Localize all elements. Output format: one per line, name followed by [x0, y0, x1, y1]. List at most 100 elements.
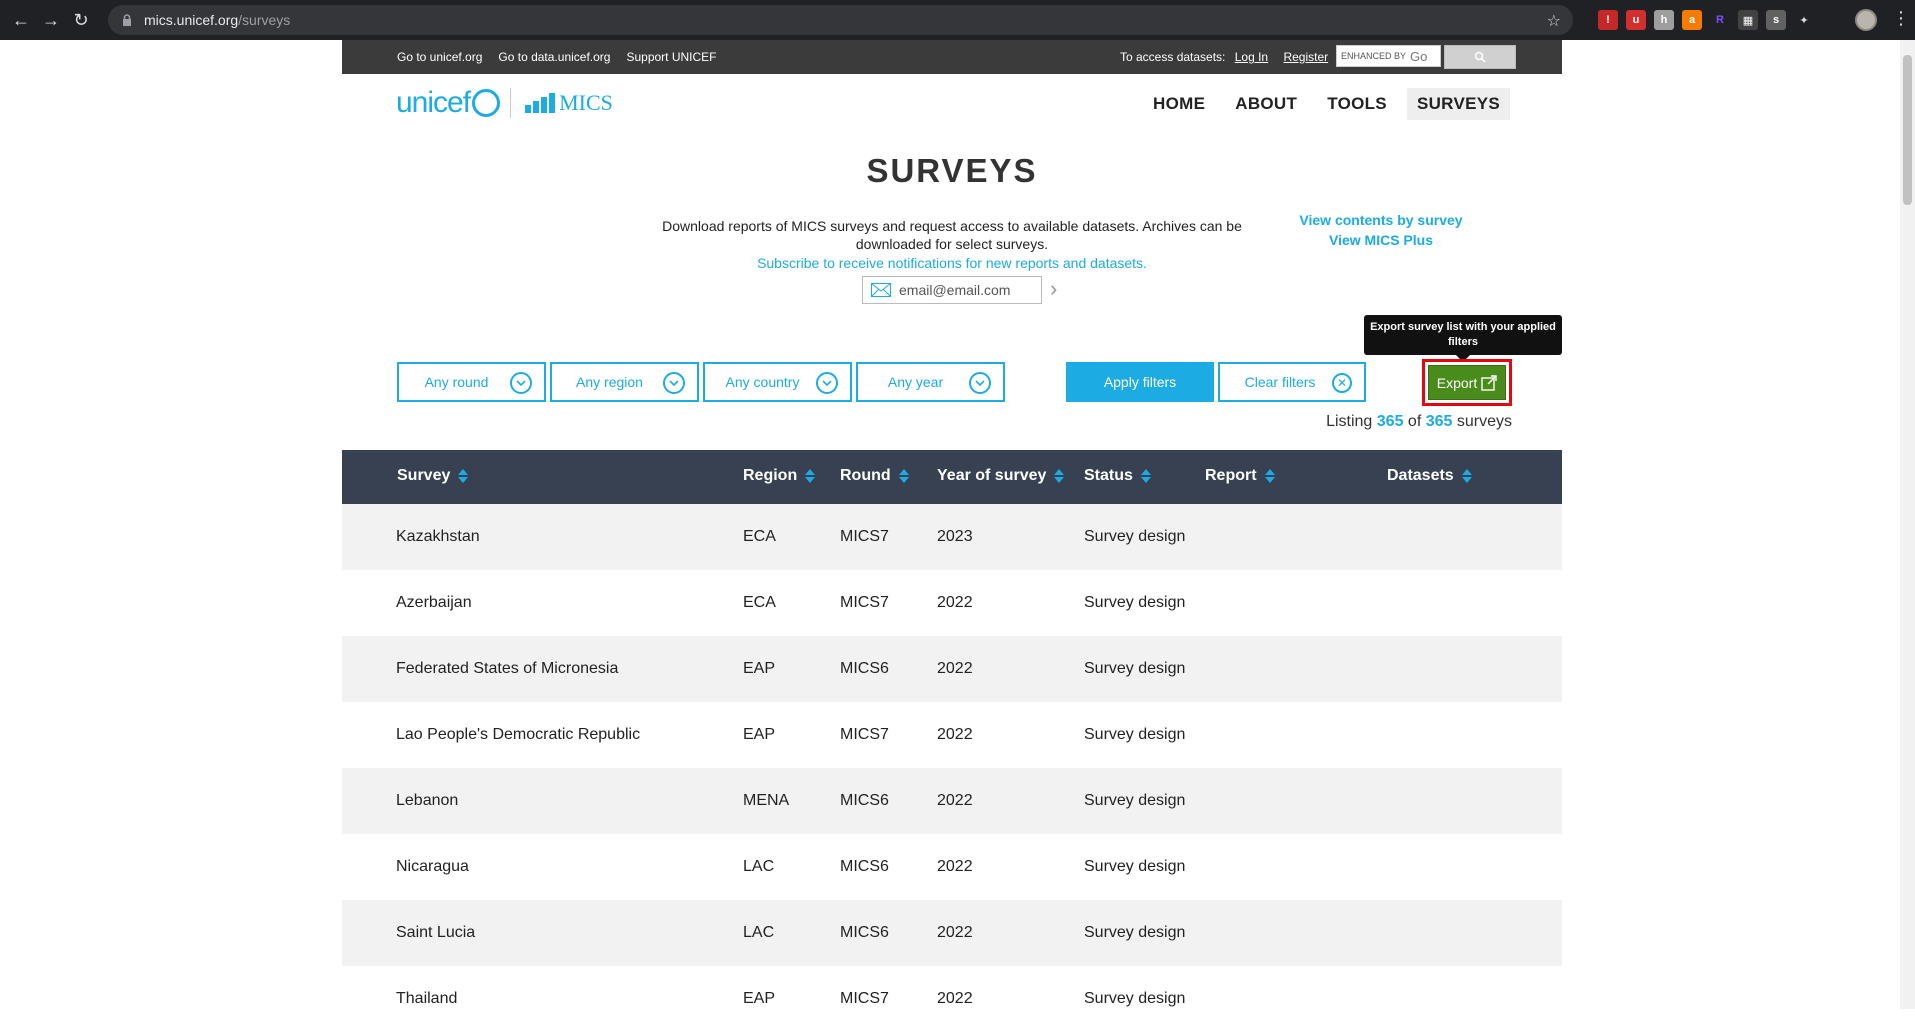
region-cell: ECA [743, 528, 776, 545]
nav-surveys[interactable]: SURVEYS [1406, 88, 1510, 120]
table-row[interactable]: Lebanon MENA MICS6 2022 Survey design [342, 768, 1562, 834]
table-body: Kazakhstan ECA MICS7 2023 Survey design … [342, 504, 1562, 1032]
survey-cell: Thailand [396, 990, 458, 1007]
forward-icon[interactable]: → [36, 5, 66, 35]
link-support-unicef[interactable]: Support UNICEF [626, 50, 716, 64]
address-bar[interactable]: mics.unicef.org/surveys ☆ [108, 5, 1573, 35]
link-data-unicef-org[interactable]: Go to data.unicef.org [498, 50, 610, 64]
table-header: Survey Region Round Year of survey Statu… [342, 450, 1562, 504]
subscribe-link[interactable]: Subscribe to receive notifications for n… [342, 255, 1562, 271]
chevron-down-icon [969, 372, 991, 394]
utility-bar: Go to unicef.org Go to data.unicef.org S… [342, 40, 1562, 74]
apply-filters-button[interactable]: Apply filters [1066, 362, 1214, 402]
sort-icon [1054, 469, 1065, 483]
site-search-button[interactable] [1444, 45, 1516, 69]
table-row[interactable]: Saint Lucia LAC MICS6 2022 Survey design [342, 900, 1562, 966]
back-icon[interactable]: ← [6, 5, 36, 35]
table-row[interactable]: Federated States of Micronesia EAP MICS6… [342, 636, 1562, 702]
site: Go to unicef.org Go to data.unicef.org S… [342, 40, 1562, 1032]
sort-year-column[interactable]: Year of survey [937, 467, 1065, 485]
extension-icon[interactable]: u [1626, 10, 1646, 30]
survey-cell: Kazakhstan [396, 528, 480, 545]
chevron-down-icon [816, 372, 838, 394]
reload-icon[interactable]: ↻ [66, 5, 96, 35]
status-cell: Survey design [1084, 924, 1186, 941]
table-row[interactable]: Nicaragua LAC MICS6 2022 Survey design [342, 834, 1562, 900]
table-row[interactable]: Kazakhstan ECA MICS7 2023 Survey design [342, 504, 1562, 570]
survey-cell: Lao People's Democratic Republic [396, 726, 641, 743]
email-input[interactable]: email@email.com [862, 276, 1042, 304]
site-header: unicef MICS HOME ABOUT TOOLS SURVEYS [342, 74, 1562, 134]
profile-avatar[interactable] [1855, 9, 1877, 31]
extension-icon[interactable]: ! [1598, 10, 1618, 30]
nav-about[interactable]: ABOUT [1225, 88, 1307, 120]
status-cell: Survey design [1084, 858, 1186, 875]
country-filter-select[interactable]: Any country [703, 362, 852, 402]
extension-icon[interactable]: s [1766, 10, 1786, 30]
extension-icon[interactable]: a [1682, 10, 1702, 30]
survey-cell: Saint Lucia [396, 924, 476, 941]
region-cell: MENA [743, 792, 790, 809]
status-cell: Survey design [1084, 990, 1186, 1007]
register-link[interactable]: Register [1283, 50, 1328, 64]
survey-cell: Azerbaijan [396, 594, 472, 611]
sort-datasets-column[interactable]: Datasets [1387, 467, 1472, 485]
sort-region-column[interactable]: Region [743, 467, 816, 485]
round-filter-select[interactable]: Any round [397, 362, 546, 402]
table-row[interactable]: Azerbaijan ECA MICS7 2022 Survey design [342, 570, 1562, 636]
sort-icon [1140, 469, 1151, 483]
sort-status-column[interactable]: Status [1084, 467, 1151, 485]
year-cell: 2022 [937, 858, 973, 875]
sort-icon [1264, 469, 1275, 483]
page-description: Download reports of MICS surveys and req… [662, 218, 1242, 252]
extension-icon[interactable]: h [1654, 10, 1674, 30]
table-row[interactable]: Lao People's Democratic Republic EAP MIC… [342, 702, 1562, 768]
menu-kebab-icon[interactable]: ⋮ [1892, 8, 1910, 29]
scrollbar-thumb[interactable] [1903, 55, 1912, 205]
site-search-input[interactable]: ENHANCED BY Go [1336, 45, 1441, 67]
region-cell: LAC [743, 924, 775, 941]
access-datasets: To access datasets: Log In Register [1120, 50, 1329, 64]
view-mics-plus-link[interactable]: View MICS Plus [1296, 230, 1466, 250]
year-cell: 2023 [937, 528, 973, 545]
login-link[interactable]: Log In [1235, 50, 1268, 64]
url-text: mics.unicef.org/surveys [144, 12, 291, 28]
browser-toolbar: ← → ↻ mics.unicef.org/surveys ☆ ! u h a … [0, 0, 1915, 40]
sort-survey-column[interactable]: Survey [397, 467, 469, 485]
extension-icon[interactable]: ▦ [1738, 10, 1758, 30]
extension-icon[interactable]: R [1710, 10, 1730, 30]
bookmark-star-icon[interactable]: ☆ [1547, 11, 1561, 31]
close-circle-icon: ✕ [1332, 373, 1352, 393]
export-button[interactable]: Export [1428, 365, 1506, 400]
region-filter-select[interactable]: Any region [550, 362, 699, 402]
round-cell: MICS6 [840, 792, 889, 809]
chevron-down-icon [510, 372, 532, 394]
year-cell: 2022 [937, 924, 973, 941]
puzzle-icon[interactable]: ✦ [1794, 10, 1814, 30]
page-title: SURVEYS [866, 152, 1038, 189]
extensions-bar: ! u h a R ▦ s ✦ [1598, 10, 1814, 30]
view-contents-link[interactable]: View contents by survey [1296, 210, 1466, 230]
clear-filters-button[interactable]: Clear filters ✕ [1218, 362, 1366, 402]
link-unicef-org[interactable]: Go to unicef.org [397, 50, 482, 64]
year-cell: 2022 [937, 726, 973, 743]
nav-home[interactable]: HOME [1143, 88, 1215, 120]
year-cell: 2022 [937, 660, 973, 677]
status-cell: Survey design [1084, 594, 1186, 611]
status-cell: Survey design [1084, 660, 1186, 677]
year-filter-select[interactable]: Any year [856, 362, 1005, 402]
sort-round-column[interactable]: Round [840, 467, 909, 485]
email-submit-arrow-icon[interactable]: › [1050, 276, 1057, 302]
region-cell: EAP [743, 726, 776, 743]
sort-report-column[interactable]: Report [1205, 467, 1275, 485]
round-cell: MICS6 [840, 660, 889, 677]
export-highlight: Export [1422, 359, 1512, 406]
sort-icon [898, 469, 909, 483]
unicef-mics-logo[interactable]: unicef MICS [396, 86, 613, 120]
page-scrollbar[interactable] [1900, 40, 1915, 1009]
main-nav: HOME ABOUT TOOLS SURVEYS [1133, 88, 1510, 120]
sort-icon [1461, 469, 1472, 483]
table-row[interactable]: Thailand EAP MICS7 2022 Survey design [342, 966, 1562, 1032]
export-tooltip: Export survey list with your applied fil… [1364, 315, 1562, 362]
nav-tools[interactable]: TOOLS [1317, 88, 1397, 120]
